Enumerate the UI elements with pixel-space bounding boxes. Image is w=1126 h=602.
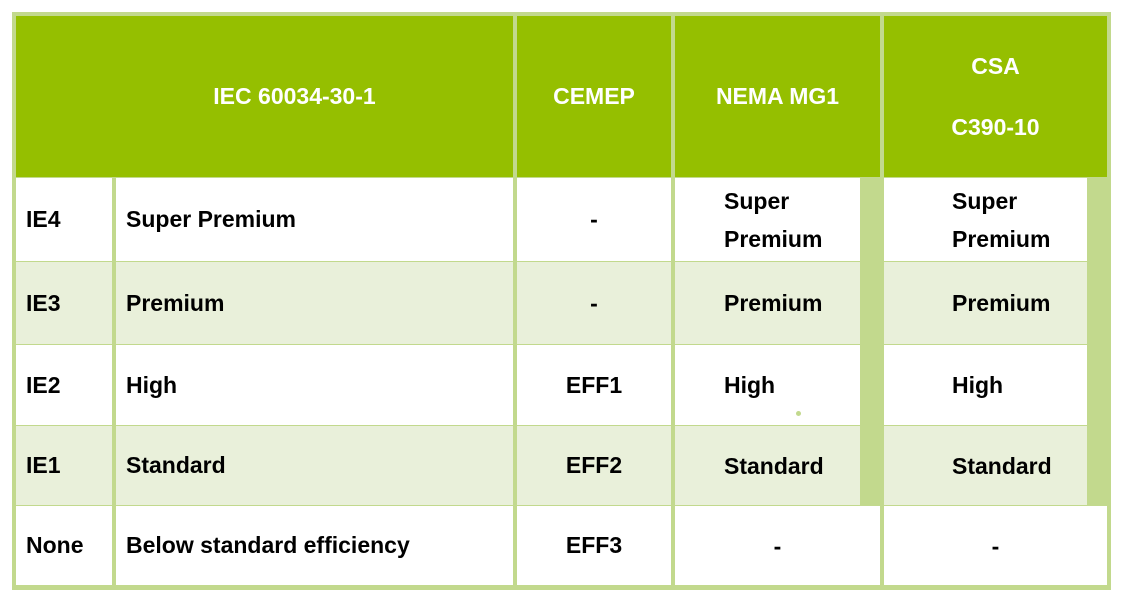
cell-text: IE2 bbox=[26, 371, 61, 398]
header-csa-label-line2: C390-10 bbox=[951, 113, 1040, 140]
table-cell-iec_name: Premium bbox=[116, 262, 513, 344]
header-iec: IEC 60034-30-1 bbox=[16, 16, 513, 177]
cell-text: Below standard efficiency bbox=[126, 532, 410, 558]
cell-text: EFF2 bbox=[565, 452, 623, 478]
table-cell-csa: Standard bbox=[884, 426, 1087, 505]
table-cell-class: IE1 bbox=[16, 426, 112, 505]
table-cell-cemep: EFF1 bbox=[517, 345, 671, 425]
header-nema-label: NEMA MG1 bbox=[715, 83, 840, 109]
table-cell-nema: Super Premium bbox=[675, 178, 860, 261]
cell-text: None bbox=[26, 532, 84, 558]
table-cell-cemep: EFF3 bbox=[517, 506, 671, 585]
cell-text: Premium bbox=[952, 290, 1051, 316]
cell-text: Super Premium bbox=[952, 187, 1051, 252]
table-cell-csa: Super Premium bbox=[884, 178, 1087, 261]
cell-text: High bbox=[952, 372, 1004, 398]
table-cell-class: None bbox=[16, 506, 112, 585]
cell-text: Premium bbox=[724, 290, 823, 316]
header-nema: NEMA MG1 bbox=[675, 16, 880, 177]
header-csa: CSA C390-10 bbox=[884, 16, 1107, 177]
cell-text: IE4 bbox=[26, 206, 61, 232]
table-cell-nema: High bbox=[675, 345, 860, 425]
table-cell-csa: - bbox=[884, 506, 1107, 585]
cell-text: Standard bbox=[126, 452, 226, 478]
header-cemep-label: CEMEP bbox=[553, 83, 635, 109]
table-cell-iec_name: Below standard efficiency bbox=[116, 506, 513, 585]
stray-dot bbox=[796, 411, 801, 416]
cell-text: IE1 bbox=[26, 452, 61, 478]
table-cell-csa: High bbox=[884, 345, 1087, 425]
cell-text: Premium bbox=[126, 289, 225, 316]
table-cell-cemep: - bbox=[517, 178, 671, 261]
cell-text: High bbox=[724, 372, 776, 398]
cell-text: Standard bbox=[724, 452, 824, 479]
table-cell-cemep: EFF2 bbox=[517, 426, 671, 505]
cell-text: - bbox=[590, 206, 598, 232]
table-cell-nema: Premium bbox=[675, 262, 860, 344]
cell-text: EFF3 bbox=[565, 532, 623, 558]
header-cemep: CEMEP bbox=[517, 16, 671, 177]
table-cell-csa: Premium bbox=[884, 262, 1087, 344]
table-cell-iec_name: Super Premium bbox=[116, 178, 513, 261]
table-cell-nema: Standard bbox=[675, 426, 860, 505]
cell-text: Super Premium bbox=[126, 206, 296, 232]
cell-text: Super Premium bbox=[724, 187, 823, 252]
table-cell-cemep: - bbox=[517, 262, 671, 344]
cell-text: IE3 bbox=[26, 289, 61, 316]
cell-text: Standard bbox=[952, 452, 1052, 479]
table-cell-class: IE2 bbox=[16, 345, 112, 425]
cell-text: EFF1 bbox=[565, 371, 623, 398]
table-cell-class: IE4 bbox=[16, 178, 112, 261]
table-cell-iec_name: High bbox=[116, 345, 513, 425]
table-cell-class: IE3 bbox=[16, 262, 112, 344]
cell-text: - bbox=[773, 532, 782, 559]
header-csa-label-line1: CSA bbox=[971, 52, 1020, 79]
cell-text: High bbox=[126, 371, 178, 398]
table-cell-iec_name: Standard bbox=[116, 426, 513, 505]
cell-text: - bbox=[991, 532, 1000, 559]
header-iec-label: IEC 60034-30-1 bbox=[213, 83, 376, 109]
table-cell-nema: - bbox=[675, 506, 880, 585]
cell-text: - bbox=[590, 289, 598, 316]
